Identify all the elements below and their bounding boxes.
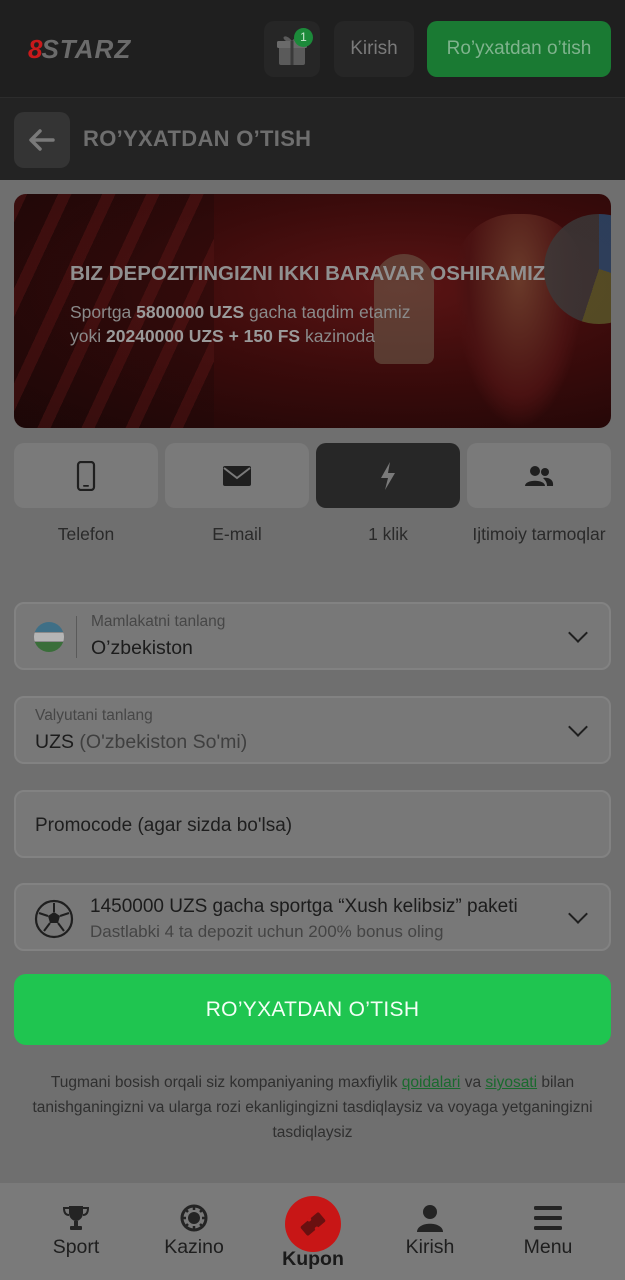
country-select[interactable]: Mamlakatni tanlang O’zbekiston (14, 602, 611, 670)
tab-email[interactable] (165, 443, 309, 508)
tab-email-label: E-mail (212, 524, 262, 544)
envelope-icon (223, 465, 251, 486)
currency-name: (O'zbekiston So'mi) (79, 731, 248, 753)
submit-register-button[interactable]: RO’YXATDAN O’TISH (14, 974, 611, 1045)
country-value: O’zbekiston (91, 637, 193, 659)
bonus-title: 1450000 UZS gacha sportga “Xush kelibsiz… (90, 896, 518, 917)
soccer-ball-icon (34, 899, 74, 939)
policy-link[interactable]: siyosati (485, 1074, 537, 1091)
page-header: RO’YXATDAN O’TISH (0, 97, 625, 180)
top-header: 8 STARZ 1 Kirish Ro’yxatdan o’tish (0, 0, 625, 97)
promocode-input[interactable]: Promocode (agar sizda bo'lsa) (14, 790, 611, 858)
page-title: RO’YXATDAN O’TISH (83, 126, 312, 151)
uzbekistan-flag-icon (34, 622, 64, 652)
registration-form: BIZ DEPOZITINGIZNI IKKI BARAVAR OSHIRAMI… (0, 180, 625, 1183)
bonus-subtitle: Dastlabki 4 ta depozit uchun 200% bonus … (90, 922, 444, 941)
nav-casino-label: Kazino (164, 1236, 224, 1258)
tab-one-click[interactable] (316, 443, 460, 508)
trophy-icon (62, 1206, 90, 1230)
bottom-navigation: Sport Kazino Kupon Kirish Menu (0, 1183, 625, 1280)
nav-sport[interactable]: Sport (17, 1183, 135, 1280)
gift-button[interactable] (264, 21, 320, 77)
logo-text: STARZ (41, 33, 132, 64)
country-label: Mamlakatni tanlang (91, 613, 226, 630)
gift-count-badge: 1 (294, 28, 313, 47)
back-button[interactable] (14, 112, 70, 168)
login-button[interactable]: Kirish (334, 21, 414, 77)
nav-sport-label: Sport (52, 1236, 100, 1258)
currency-value: UZS (O'zbekiston So'mi) (35, 731, 247, 754)
nav-login-label: Kirish (405, 1236, 455, 1258)
nav-menu[interactable]: Menu (489, 1183, 607, 1280)
nav-coupon[interactable] (285, 1196, 341, 1252)
tab-social[interactable] (467, 443, 611, 508)
ticket-icon (300, 1212, 326, 1236)
divider (76, 616, 77, 658)
nav-login[interactable]: Kirish (371, 1183, 489, 1280)
promocode-placeholder: Promocode (agar sizda bo'lsa) (35, 815, 293, 836)
users-icon (525, 465, 554, 486)
nav-casino[interactable]: Kazino (135, 1183, 253, 1280)
hamburger-icon (534, 1206, 562, 1230)
banner-casino-offer: yoki 20240000 UZS + 150 FS kazinoda (70, 326, 375, 346)
phone-icon (76, 460, 96, 491)
bonus-select[interactable]: 1450000 UZS gacha sportga “Xush kelibsiz… (14, 883, 611, 951)
banner-headline: BIZ DEPOZITINGIZNI IKKI BARAVAR OSHIRAMI… (70, 262, 546, 285)
brand-logo[interactable]: 8 STARZ (28, 34, 131, 64)
arrow-left-icon (29, 129, 55, 151)
banner-sport-offer: Sportga 5800000 UZS gacha taqdim etamiz (70, 302, 411, 322)
tab-one-click-label: 1 klik (368, 524, 408, 544)
chevron-down-icon (568, 623, 588, 643)
terms-text: Tugmani bosish orqali siz kompaniyaning … (32, 1074, 593, 1141)
chevron-down-icon (568, 717, 588, 737)
casino-chip-icon (180, 1204, 208, 1232)
register-button[interactable]: Ro’yxatdan o’tish (427, 21, 611, 77)
nav-coupon-label: Kupon (282, 1248, 344, 1270)
user-icon (417, 1205, 443, 1232)
currency-select[interactable]: Valyutani tanlang UZS (O'zbekiston So'mi… (14, 696, 611, 764)
nav-menu-label: Menu (523, 1236, 573, 1258)
promo-banner[interactable]: BIZ DEPOZITINGIZNI IKKI BARAVAR OSHIRAMI… (14, 194, 611, 428)
tab-phone[interactable] (14, 443, 158, 508)
tab-phone-label: Telefon (57, 524, 115, 544)
currency-code: UZS (35, 731, 74, 753)
rules-link[interactable]: qoidalari (402, 1074, 461, 1091)
chevron-down-icon (568, 904, 588, 924)
tab-social-label: Ijtimoiy tarmoqlar (472, 524, 606, 544)
logo-prefix: 8 (28, 33, 43, 64)
lightning-icon (381, 461, 395, 490)
currency-label: Valyutani tanlang (35, 707, 153, 724)
gift-icon (277, 36, 307, 65)
